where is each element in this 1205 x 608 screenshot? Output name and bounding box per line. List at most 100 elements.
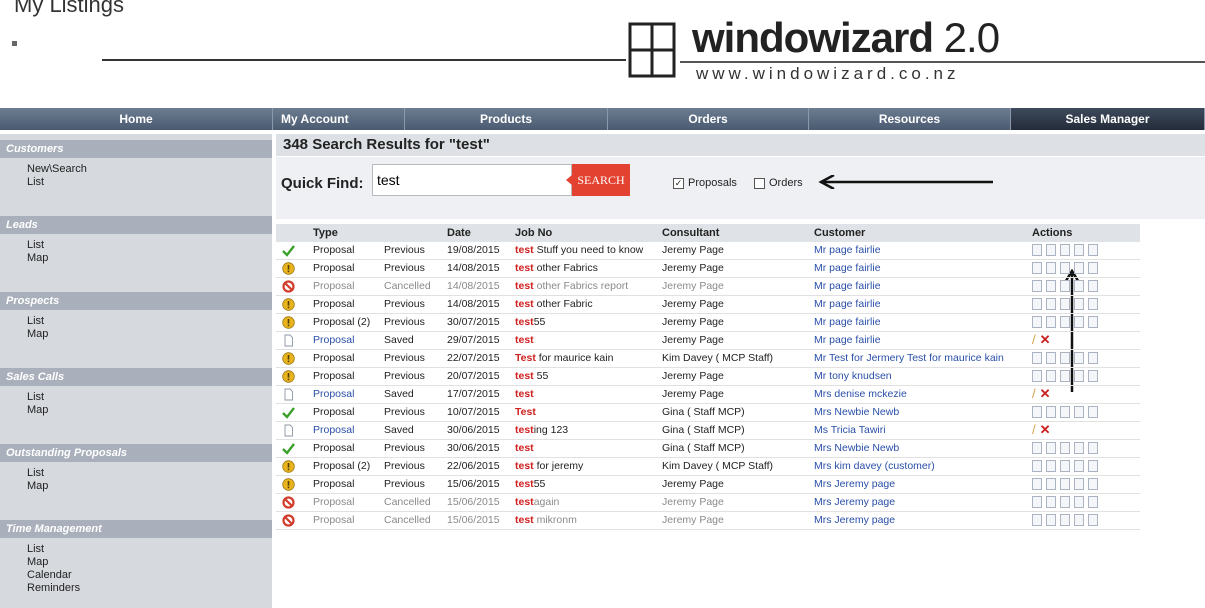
print-document-icon[interactable] [1060,460,1070,472]
sidebar-item-sales-calls-map[interactable]: Map [0,405,272,416]
email-document-icon[interactable] [1074,514,1084,526]
pdf-document-icon[interactable] [1046,370,1056,382]
view-document-icon[interactable] [1032,370,1042,382]
col-job-no[interactable]: Job No [515,227,552,239]
col-date[interactable]: Date [447,227,471,239]
row-customer[interactable]: Mrs Jeremy page [814,514,895,526]
print-document-icon[interactable] [1060,316,1070,328]
view-document-icon[interactable] [1032,406,1042,418]
delete-icon[interactable]: ✕ [1040,333,1051,346]
nav-resources[interactable]: Resources [809,108,1011,130]
row-job-no[interactable]: test55 [515,316,545,328]
sidebar-item-sales-calls-list[interactable]: List [0,392,272,403]
pdf-document-icon[interactable] [1046,478,1056,490]
email-document-icon[interactable] [1074,442,1084,454]
row-job-no[interactable]: test other Fabrics [515,262,598,274]
row-job-no[interactable]: testagain [515,496,559,508]
table-row[interactable]: Proposal Previous 15/06/2015 test55 Jeremy P… [276,476,1140,494]
row-job-no[interactable]: test for jeremy [515,460,583,472]
row-customer[interactable]: Mrs Newbie Newb [814,406,899,418]
print-document-icon[interactable] [1060,406,1070,418]
quick-find-input[interactable] [372,164,572,196]
edit-icon[interactable]: / [1032,387,1036,400]
sidebar-item-prospects-map[interactable]: Map [0,329,272,340]
row-customer[interactable]: Mrs kim davey (customer) [814,460,935,472]
print-document-icon[interactable] [1060,262,1070,274]
print-document-icon[interactable] [1060,442,1070,454]
email-document-icon[interactable] [1074,316,1084,328]
pdf-document-icon[interactable] [1046,496,1056,508]
row-job-no[interactable]: test 55 [515,370,548,382]
email-document-icon[interactable] [1074,370,1084,382]
pdf-document-icon[interactable] [1046,316,1056,328]
row-job-no[interactable]: test other Fabric [515,298,593,310]
copy-document-icon[interactable] [1088,496,1098,508]
email-document-icon[interactable] [1074,496,1084,508]
sidebar-item-reminders[interactable]: Reminders [0,583,272,594]
row-job-no[interactable]: test [515,388,534,400]
email-document-icon[interactable] [1074,298,1084,310]
email-document-icon[interactable] [1074,460,1084,472]
table-row[interactable]: Proposal Previous 30/06/2015 test Gina ( Sta… [276,440,1140,458]
print-document-icon[interactable] [1060,244,1070,256]
sidebar-item-outstanding-map[interactable]: Map [0,481,272,492]
table-row[interactable]: Proposal Previous 14/08/2015 test other Fab… [276,260,1140,278]
copy-document-icon[interactable] [1088,244,1098,256]
pdf-document-icon[interactable] [1046,262,1056,274]
row-job-no[interactable]: test mikronm [515,514,577,526]
search-button[interactable]: SEARCH [566,164,630,196]
table-row[interactable]: Proposal Saved 17/07/2015 test Jeremy Page Mr… [276,386,1140,404]
table-row[interactable]: Proposal Cancelled 15/06/2015 testagain Jere… [276,494,1140,512]
row-job-no[interactable]: Test for maurice kain [515,352,613,364]
email-document-icon[interactable] [1074,262,1084,274]
edit-icon[interactable]: / [1032,423,1036,436]
nav-orders[interactable]: Orders [608,108,809,130]
sidebar-item-time-list[interactable]: List [0,544,272,555]
print-document-icon[interactable] [1060,352,1070,364]
pdf-document-icon[interactable] [1046,442,1056,454]
row-customer[interactable]: Mrs Jeremy page [814,496,895,508]
proposals-checkbox[interactable]: ✓ Proposals [673,177,737,189]
delete-icon[interactable]: ✕ [1040,423,1051,436]
row-job-no[interactable]: test Stuff you need to know [515,244,643,256]
nav-sales-manager[interactable]: Sales Manager [1011,108,1205,130]
sidebar-item-outstanding-list[interactable]: List [0,468,272,479]
row-customer[interactable]: Mr page fairlie [814,262,881,274]
row-customer[interactable]: Mr Test for Jermery Test for maurice kai… [814,352,1004,364]
row-job-no[interactable]: test other Fabrics report [515,280,628,292]
pdf-document-icon[interactable] [1046,352,1056,364]
pdf-document-icon[interactable] [1046,406,1056,418]
copy-document-icon[interactable] [1088,316,1098,328]
sidebar-item-new-search[interactable]: New\Search [0,164,272,175]
row-job-no[interactable]: test55 [515,478,545,490]
view-document-icon[interactable] [1032,478,1042,490]
sidebar-item-calendar[interactable]: Calendar [0,570,272,581]
table-row[interactable]: Proposal Saved 29/07/2015 test Jeremy Page Mr… [276,332,1140,350]
print-document-icon[interactable] [1060,370,1070,382]
table-row[interactable]: Proposal Cancelled 15/06/2015 test mikronm J… [276,512,1140,530]
table-row[interactable]: Proposal (2) Previous 30/07/2015 test55 Jere… [276,314,1140,332]
row-customer[interactable]: Mrs denise mckezie [814,388,907,400]
col-consultant[interactable]: Consultant [662,227,719,239]
email-document-icon[interactable] [1074,244,1084,256]
view-document-icon[interactable] [1032,514,1042,526]
copy-document-icon[interactable] [1088,352,1098,364]
table-row[interactable]: Proposal Previous 19/08/2015 test Stuff you… [276,242,1140,260]
email-document-icon[interactable] [1074,478,1084,490]
view-document-icon[interactable] [1032,244,1042,256]
col-customer[interactable]: Customer [814,227,865,239]
copy-document-icon[interactable] [1088,460,1098,472]
sidebar-item-leads-list[interactable]: List [0,240,272,251]
view-document-icon[interactable] [1032,460,1042,472]
pdf-document-icon[interactable] [1046,280,1056,292]
row-customer[interactable]: Mr tony knudsen [814,370,892,382]
pdf-document-icon[interactable] [1046,514,1056,526]
print-document-icon[interactable] [1060,298,1070,310]
edit-icon[interactable]: / [1032,333,1036,346]
table-row[interactable]: Proposal Previous 10/07/2015 Test Gina ( Sta… [276,404,1140,422]
sidebar-item-time-map[interactable]: Map [0,557,272,568]
orders-checkbox[interactable]: Orders [754,177,803,189]
copy-document-icon[interactable] [1088,442,1098,454]
table-row[interactable]: Proposal Cancelled 14/08/2015 test other Fa… [276,278,1140,296]
pdf-document-icon[interactable] [1046,298,1056,310]
